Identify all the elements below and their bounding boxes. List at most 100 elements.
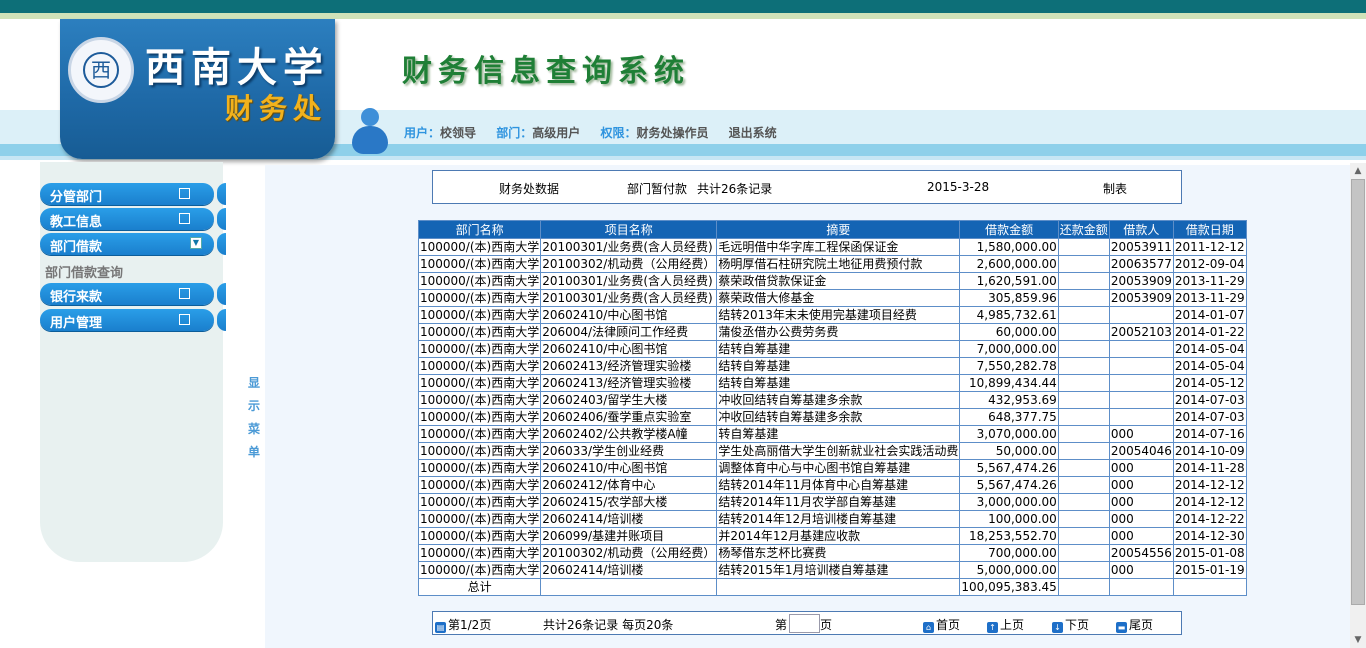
dept-label: 部门：	[496, 126, 533, 140]
table-row: 100000/(本)西南大学 20602403/留学生大楼 冲收回结转自筹基建多余款…	[417, 391, 1247, 409]
logout-link[interactable]: 退出系统	[729, 126, 777, 140]
scroll-up-icon[interactable]: ▲	[1350, 163, 1366, 179]
next-page-button[interactable]: ↓ 下页	[1052, 616, 1089, 633]
table-row: 100000/(本)西南大学 20100302/机动费（公用经费） 杨明厚借石柱研究…	[417, 255, 1247, 273]
table-cell	[1057, 561, 1110, 579]
table-cell	[1057, 527, 1110, 545]
goto-page-input[interactable]	[789, 614, 820, 633]
table-cell: 2014-11-28	[1172, 459, 1247, 477]
table-cell: 2014-10-09	[1172, 442, 1247, 460]
table-cell	[1108, 357, 1174, 375]
table-cell: 20054046	[1108, 442, 1174, 460]
menu-item-user-admin[interactable]: 用户管理	[40, 309, 226, 331]
table-cell: 1,620,591.00	[959, 272, 1059, 290]
user-info-bar: 用户：校领导 部门：高级用户 权限：财务处操作员 退出系统	[404, 124, 777, 141]
table-cell: 蒲俊丞借办公费劳务费	[716, 323, 961, 341]
table-cell: 100000/(本)西南大学	[417, 272, 542, 290]
table-row: 100000/(本)西南大学 20602414/培训楼 结转2014年12月培训楼自…	[417, 510, 1247, 528]
table-cell	[1057, 442, 1110, 460]
table-cell: 100000/(本)西南大学	[417, 527, 542, 545]
table-cell: 20602414/培训楼	[540, 510, 718, 528]
table-cell	[1108, 306, 1174, 324]
table-cell	[1108, 374, 1174, 392]
table-cell: 结转自筹基建	[716, 374, 961, 392]
vertical-scrollbar[interactable]: ▲ ▼	[1350, 163, 1366, 648]
menu-item-managed-depts[interactable]: 分管部门	[40, 183, 226, 205]
table-cell	[1108, 408, 1174, 426]
table-cell: 100000/(本)西南大学	[417, 289, 542, 307]
table-cell	[1057, 272, 1110, 290]
table-cell: 20054556	[1108, 544, 1174, 562]
table-cell: 并2014年12月基建应收款	[716, 527, 961, 545]
table-cell: 结转自筹基建	[716, 340, 961, 358]
table-row: 100000/(本)西南大学 20602414/培训楼 结转2015年1月培训楼自筹…	[417, 561, 1247, 579]
record-count: 共计26条记录	[697, 182, 773, 196]
table-cell: 20100301/业务费(含人员经费)	[540, 272, 718, 290]
first-page-button[interactable]: ⌂ 首页	[923, 616, 960, 633]
table-cell: 20602403/留学生大楼	[540, 391, 718, 409]
table-cell: 3,000,000.00	[959, 493, 1059, 511]
scroll-down-icon[interactable]: ▼	[1350, 632, 1366, 648]
table-cell: 206099/基建并账项目	[540, 527, 718, 545]
table-cell	[1057, 476, 1110, 494]
table-cell: 20063577	[1108, 255, 1174, 273]
top-strip	[0, 0, 1366, 13]
table-cell: 20602410/中心图书馆	[540, 340, 718, 358]
last-page-button[interactable]: ▬ 尾页	[1116, 616, 1153, 633]
table-cell: 2014-12-12	[1172, 476, 1247, 494]
submenu-dept-loan-query[interactable]: 部门借款查询	[45, 262, 123, 281]
menu-label: 银行来款	[50, 290, 103, 305]
table-cell: 000	[1108, 510, 1174, 528]
report-info-box: 财务处数据 部门暂付款 共计26条记录 2015-3-28 制表	[432, 170, 1182, 204]
scroll-thumb[interactable]	[1351, 179, 1365, 605]
table-row: 100000/(本)西南大学 20602410/中心图书馆 调整体育中心与中心图书馆…	[417, 459, 1247, 477]
menu-item-bank-receipts[interactable]: 银行来款	[40, 283, 226, 305]
table-cell: 2013-11-29	[1172, 289, 1247, 307]
table-cell: 20602410/中心图书馆	[540, 306, 718, 324]
dept-value: 高级用户	[532, 126, 581, 140]
table-cell: 学生处高丽借大学生创新就业社会实践活动费	[716, 442, 961, 460]
university-emblem-icon: 西	[68, 37, 134, 103]
table-cell: 结转自筹基建	[716, 357, 961, 375]
table-cell: 20602410/中心图书馆	[540, 459, 718, 477]
table-cell: 20052103	[1108, 323, 1174, 341]
table-cell: 7,000,000.00	[959, 340, 1059, 358]
show-menu-toggle[interactable]: 显示菜单	[247, 372, 261, 464]
table-cell: 2014-07-03	[1172, 408, 1247, 426]
table-cell: 2014-07-16	[1172, 425, 1247, 443]
table-cell: 4,985,732.61	[959, 306, 1059, 324]
table-row: 100000/(本)西南大学 20602410/中心图书馆 结转自筹基建 7,000,…	[417, 340, 1247, 358]
table-cell: 20602412/体育中心	[540, 476, 718, 494]
table-cell: 100000/(本)西南大学	[417, 425, 542, 443]
table-cell: 2011-12-12	[1172, 238, 1247, 256]
arrow-down-icon: ↓	[1052, 622, 1063, 633]
table-cell: 20100302/机动费（公用经费）	[540, 255, 718, 273]
table-cell: 20053909	[1108, 289, 1174, 307]
table-cell: 000	[1108, 493, 1174, 511]
table-cell: 2015-01-19	[1172, 561, 1247, 579]
page-icon: ▤	[435, 622, 446, 633]
menu-item-dept-loans[interactable]: 部门借款 ▼	[40, 233, 226, 255]
table-cell: 60,000.00	[959, 323, 1059, 341]
table-row: 100000/(本)西南大学 20602410/中心图书馆 结转2013年末未使用完…	[417, 306, 1247, 324]
table-cell: 20100301/业务费(含人员经费)	[540, 289, 718, 307]
table-cell: 毛远明借中华字库工程保函保证金	[716, 238, 961, 256]
table-row: 100000/(本)西南大学 206004/法律顾问工作经费 蒲俊丞借办公费劳务费 6…	[417, 323, 1247, 341]
total-label: 总计	[417, 578, 542, 596]
table-row: 100000/(本)西南大学 20602415/农学部大楼 结转2014年11月农学…	[417, 493, 1247, 511]
chevron-down-icon: ▼	[190, 237, 202, 249]
table-cell	[1057, 493, 1110, 511]
table-cell: 206004/法律顾问工作经费	[540, 323, 718, 341]
menu-label: 教工信息	[50, 215, 103, 230]
table-cell: 100000/(本)西南大学	[417, 544, 542, 562]
table-cell: 5,567,474.26	[959, 459, 1059, 477]
table-cell: 100000/(本)西南大学	[417, 357, 542, 375]
prev-page-button[interactable]: ↑ 上页	[987, 616, 1024, 633]
expand-box-icon	[179, 314, 190, 325]
table-cell: 20602402/公共教学楼A幢	[540, 425, 718, 443]
table-row: 100000/(本)西南大学 20100301/业务费(含人员经费) 蔡荣政借大修基…	[417, 289, 1247, 307]
menu-item-staff-info[interactable]: 教工信息	[40, 208, 226, 230]
table-cell: 100000/(本)西南大学	[417, 374, 542, 392]
department-name: 财务处	[225, 92, 328, 125]
table-cell: 100000/(本)西南大学	[417, 493, 542, 511]
